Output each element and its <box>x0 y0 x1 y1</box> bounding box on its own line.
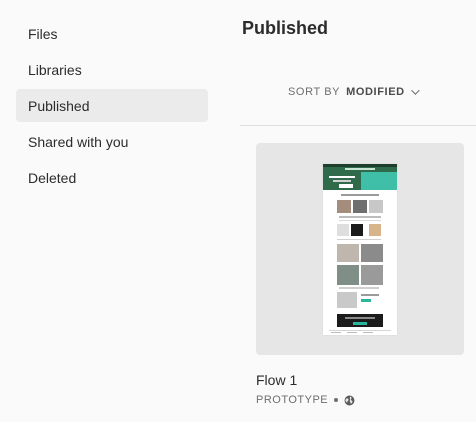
globe-icon <box>344 395 355 405</box>
divider <box>240 125 476 126</box>
thumbnail-image <box>323 164 397 335</box>
sidebar-item-published[interactable]: Published <box>16 89 208 122</box>
sort-value-label: MODIFIED <box>346 86 405 98</box>
main-content: Published SORT BY MODIFIED Flow 1 PROTOT… <box>228 0 476 422</box>
sidebar-item-label: Shared with you <box>28 133 129 150</box>
sort-dropdown[interactable]: SORT BY MODIFIED <box>288 86 420 98</box>
sidebar-item-label: Files <box>28 25 58 42</box>
page-title: Published <box>242 18 329 38</box>
sidebar-item-deleted[interactable]: Deleted <box>16 161 208 194</box>
sidebar-item-label: Published <box>28 97 90 114</box>
card-meta: PROTOTYPE <box>256 394 355 406</box>
sidebar: Files Libraries Published Shared with yo… <box>0 0 228 422</box>
sidebar-item-files[interactable]: Files <box>16 17 208 50</box>
sort-prefix-label: SORT BY <box>288 86 341 98</box>
separator-dot <box>334 398 339 402</box>
chevron-down-icon <box>410 86 420 95</box>
card-type-label: PROTOTYPE <box>256 394 329 406</box>
sidebar-item-label: Deleted <box>28 169 77 186</box>
sidebar-item-shared-with-you[interactable]: Shared with you <box>16 125 208 158</box>
sidebar-item-libraries[interactable]: Libraries <box>16 53 208 86</box>
document-card[interactable] <box>256 143 464 355</box>
sidebar-item-label: Libraries <box>28 61 82 78</box>
card-title[interactable]: Flow 1 <box>256 372 297 388</box>
app-root: Files Libraries Published Shared with yo… <box>0 0 476 422</box>
